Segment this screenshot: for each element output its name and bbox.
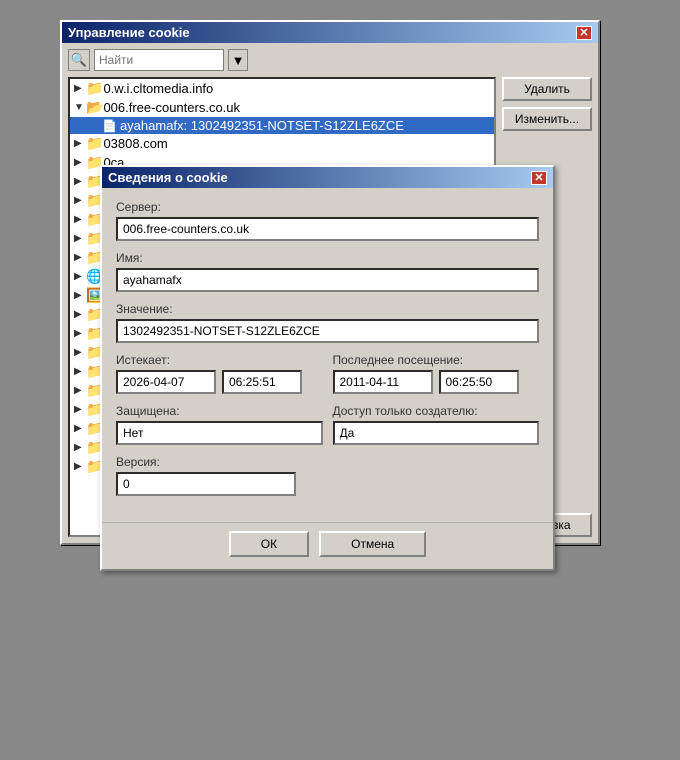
creator-only-col: Доступ только создателю: (333, 404, 540, 445)
dates-row: Истекает: Последнее посещение: (116, 353, 539, 394)
dialog-footer: ОК Отмена (102, 522, 553, 569)
tree-item-label: 006.free-counters.co.uk (103, 100, 240, 115)
tree-item[interactable]: ▼ 📂 006.free-counters.co.uk (70, 98, 494, 117)
value-input[interactable] (116, 319, 539, 343)
cookie-dialog-title-bar: Сведения о cookie ✕ (102, 167, 553, 188)
expires-label: Истекает: (116, 353, 323, 367)
protected-label: Защищена: (116, 404, 323, 418)
cookie-dialog-body: Сервер: Имя: Значение: Истекает: Последн… (102, 188, 553, 518)
search-input[interactable] (94, 49, 224, 71)
search-dropdown-button[interactable]: ▼ (228, 49, 248, 71)
last-visit-inputs (333, 370, 540, 394)
expires-inputs (116, 370, 323, 394)
cookie-dialog-title: Сведения о cookie (108, 170, 228, 185)
main-title-bar: Управление cookie ✕ (62, 22, 598, 43)
tree-item-label: ayahamafx: 1302492351-NOTSET-S12ZLE6ZCE (120, 118, 404, 133)
server-input[interactable] (116, 217, 539, 241)
tree-item[interactable]: ▶ 📁 03808.com (70, 134, 494, 153)
last-visit-date-input[interactable] (333, 370, 433, 394)
expires-date-input[interactable] (116, 370, 216, 394)
last-visit-col: Последнее посещение: (333, 353, 540, 394)
version-label: Версия: (116, 455, 539, 469)
tree-item-selected[interactable]: 📄 ayahamafx: 1302492351-NOTSET-S12ZLE6ZC… (70, 117, 494, 134)
cookie-detail-dialog: Сведения о cookie ✕ Сервер: Имя: Значени… (100, 165, 555, 571)
search-bar: 🔍 ▼ (68, 49, 592, 71)
last-visit-label: Последнее посещение: (333, 353, 540, 367)
tree-item-label: 03808.com (103, 136, 167, 151)
search-icon: 🔍 (68, 49, 90, 71)
name-label: Имя: (116, 251, 539, 265)
protected-col: Защищена: (116, 404, 323, 445)
expires-time-input[interactable] (222, 370, 302, 394)
cookie-dialog-close-button[interactable]: ✕ (531, 171, 547, 185)
tree-item[interactable]: ▶ 📁 0.w.i.cltomedia.info (70, 79, 494, 98)
edit-button[interactable]: Изменить... (502, 107, 592, 131)
main-close-button[interactable]: ✕ (576, 26, 592, 40)
name-input[interactable] (116, 268, 539, 292)
expires-col: Истекает: (116, 353, 323, 394)
creator-only-label: Доступ только создателю: (333, 404, 540, 418)
protected-input[interactable] (116, 421, 323, 445)
cancel-button[interactable]: Отмена (319, 531, 426, 557)
protected-row: Защищена: Доступ только создателю: (116, 404, 539, 445)
tree-item-label: 0.w.i.cltomedia.info (103, 81, 213, 96)
last-visit-time-input[interactable] (439, 370, 519, 394)
main-window-title: Управление cookie (68, 25, 190, 40)
ok-button[interactable]: ОК (229, 531, 309, 557)
delete-button[interactable]: Удалить (502, 77, 592, 101)
value-label: Значение: (116, 302, 539, 316)
server-label: Сервер: (116, 200, 539, 214)
creator-only-input[interactable] (333, 421, 540, 445)
version-input[interactable] (116, 472, 296, 496)
